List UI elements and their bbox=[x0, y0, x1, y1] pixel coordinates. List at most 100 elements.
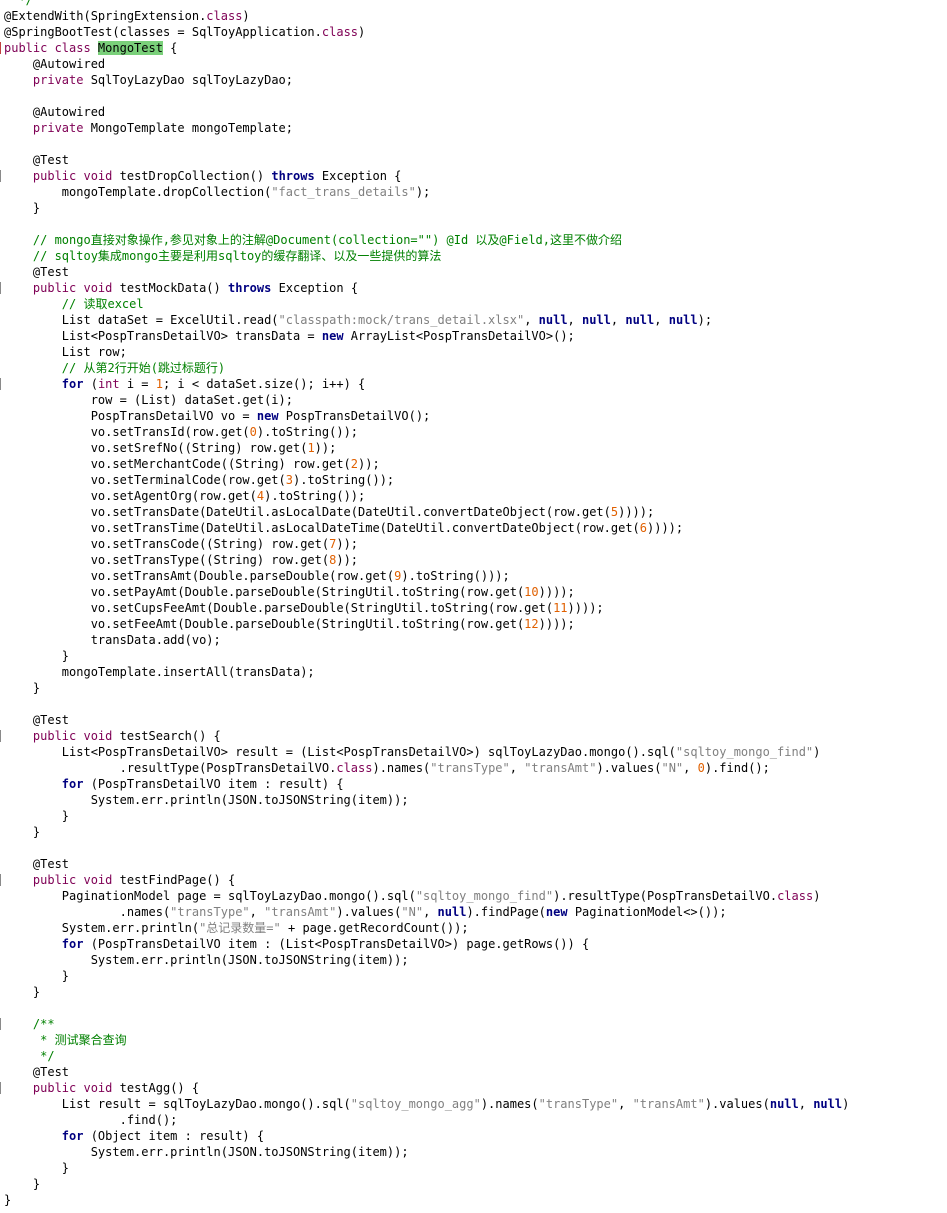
code-line[interactable]: public void testAgg() { bbox=[0, 1080, 947, 1096]
code-line[interactable]: } bbox=[0, 824, 947, 840]
code-token: "fact_trans_details" bbox=[271, 185, 416, 199]
fold-marker-icon[interactable] bbox=[0, 730, 1, 742]
code-line[interactable]: // mongo直接对象操作,参见对象上的注解@Document(collect… bbox=[0, 232, 947, 248]
code-line[interactable]: vo.setCupsFeeAmt(Double.parseDouble(Stri… bbox=[0, 600, 947, 616]
code-line[interactable]: transData.add(vo); bbox=[0, 632, 947, 648]
code-line[interactable]: vo.setTransType((String) row.get(8)); bbox=[0, 552, 947, 568]
code-line[interactable]: vo.setTransId(row.get(0).toString()); bbox=[0, 424, 947, 440]
code-line[interactable]: .find(); bbox=[0, 1112, 947, 1128]
code-token: ).toString()); bbox=[293, 473, 395, 487]
code-token: ) bbox=[358, 25, 366, 39]
code-line[interactable]: @Test bbox=[0, 152, 947, 168]
code-line[interactable] bbox=[0, 696, 947, 712]
code-line[interactable]: vo.setTransTime(DateUtil.asLocalDateTime… bbox=[0, 520, 947, 536]
code-token: )); bbox=[314, 441, 337, 455]
code-line[interactable]: mongoTemplate.insertAll(transData); bbox=[0, 664, 947, 680]
code-line[interactable]: PaginationModel page = sqlToyLazyDao.mon… bbox=[0, 888, 947, 904]
code-line[interactable]: List result = sqlToyLazyDao.mongo().sql(… bbox=[0, 1096, 947, 1112]
code-line[interactable]: } bbox=[0, 968, 947, 984]
code-line[interactable]: public class MongoTest { bbox=[0, 40, 947, 56]
code-line[interactable]: public void testDropCollection() throws … bbox=[0, 168, 947, 184]
code-line[interactable]: List row; bbox=[0, 344, 947, 360]
code-token: SqlToyLazyDao sqlToyLazyDao; bbox=[83, 73, 293, 87]
code-line[interactable] bbox=[0, 88, 947, 104]
code-token: )))); bbox=[538, 617, 575, 631]
code-line[interactable]: @SpringBootTest(classes = SqlToyApplicat… bbox=[0, 24, 947, 40]
code-line[interactable]: */ bbox=[0, 0, 947, 8]
code-token: (PospTransDetailVO item : (List<PospTran… bbox=[83, 937, 590, 951]
code-token: )))); bbox=[618, 505, 655, 519]
code-line[interactable]: // sqltoy集成mongo主要是利用sqltoy的缓存翻译、以及一些提供的… bbox=[0, 248, 947, 264]
code-line[interactable]: @ExtendWith(SpringExtension.class) bbox=[0, 8, 947, 24]
code-line[interactable] bbox=[0, 136, 947, 152]
code-line[interactable]: row = (List) dataSet.get(i); bbox=[0, 392, 947, 408]
code-line[interactable]: for (int i = 1; i < dataSet.size(); i++)… bbox=[0, 376, 947, 392]
code-line[interactable]: * 测试聚合查询 bbox=[0, 1032, 947, 1048]
code-line[interactable]: private SqlToyLazyDao sqlToyLazyDao; bbox=[0, 72, 947, 88]
code-line[interactable]: System.err.println(JSON.toJSONString(ite… bbox=[0, 1144, 947, 1160]
code-line[interactable]: } bbox=[0, 1160, 947, 1176]
code-line[interactable]: for (PospTransDetailVO item : (List<Posp… bbox=[0, 936, 947, 952]
code-line[interactable]: @Test bbox=[0, 856, 947, 872]
code-line[interactable]: for (PospTransDetailVO item : result) { bbox=[0, 776, 947, 792]
code-line[interactable]: @Autowired bbox=[0, 104, 947, 120]
code-line[interactable]: } bbox=[0, 200, 947, 216]
code-token: } bbox=[4, 1161, 70, 1175]
code-line[interactable]: vo.setSrefNo((String) row.get(1)); bbox=[0, 440, 947, 456]
code-line[interactable]: } bbox=[0, 680, 947, 696]
fold-marker-icon[interactable] bbox=[0, 378, 1, 390]
code-line[interactable]: public void testMockData() throws Except… bbox=[0, 280, 947, 296]
code-line[interactable]: System.err.println(JSON.toJSONString(ite… bbox=[0, 952, 947, 968]
code-line[interactable]: private MongoTemplate mongoTemplate; bbox=[0, 120, 947, 136]
code-line[interactable]: } bbox=[0, 648, 947, 664]
code-line[interactable]: @Test bbox=[0, 712, 947, 728]
fold-marker-icon[interactable] bbox=[0, 874, 1, 886]
code-line[interactable]: } bbox=[0, 1176, 947, 1192]
code-line[interactable] bbox=[0, 216, 947, 232]
code-line[interactable]: } bbox=[0, 808, 947, 824]
code-line[interactable]: mongoTemplate.dropCollection("fact_trans… bbox=[0, 184, 947, 200]
code-line[interactable]: System.err.println(JSON.toJSONString(ite… bbox=[0, 792, 947, 808]
code-line[interactable]: // 从第2行开始(跳过标题行) bbox=[0, 360, 947, 376]
code-line[interactable]: /** bbox=[0, 1016, 947, 1032]
code-token: public void bbox=[32, 873, 113, 887]
fold-marker-icon[interactable] bbox=[0, 1082, 1, 1094]
code-line[interactable] bbox=[0, 840, 947, 856]
code-line[interactable]: System.err.println("总记录数量=" + page.getRe… bbox=[0, 920, 947, 936]
code-line[interactable]: vo.setMerchantCode((String) row.get(2)); bbox=[0, 456, 947, 472]
fold-marker-icon[interactable] bbox=[0, 42, 1, 54]
code-line[interactable]: vo.setTransAmt(Double.parseDouble(row.ge… bbox=[0, 568, 947, 584]
code-line[interactable] bbox=[0, 1000, 947, 1016]
code-token: 1 bbox=[307, 441, 315, 455]
fold-marker-icon[interactable] bbox=[0, 1018, 1, 1030]
code-editor[interactable]: */@ExtendWith(SpringExtension.class) @Spr… bbox=[0, 0, 947, 1208]
code-line[interactable]: public void testSearch() { bbox=[0, 728, 947, 744]
code-line[interactable]: List dataSet = ExcelUtil.read("classpath… bbox=[0, 312, 947, 328]
fold-marker-icon[interactable] bbox=[0, 282, 1, 294]
code-line[interactable]: vo.setFeeAmt(Double.parseDouble(StringUt… bbox=[0, 616, 947, 632]
code-line[interactable]: vo.setTransDate(DateUtil.asLocalDate(Dat… bbox=[0, 504, 947, 520]
code-line[interactable]: } bbox=[0, 1192, 947, 1208]
code-line[interactable]: */ bbox=[0, 1048, 947, 1064]
code-line[interactable]: vo.setTerminalCode(row.get(3).toString()… bbox=[0, 472, 947, 488]
code-line[interactable]: vo.setAgentOrg(row.get(4).toString()); bbox=[0, 488, 947, 504]
code-line[interactable]: List<PospTransDetailVO> result = (List<P… bbox=[0, 744, 947, 760]
code-line[interactable]: @Autowired bbox=[0, 56, 947, 72]
code-line[interactable]: vo.setPayAmt(Double.parseDouble(StringUt… bbox=[0, 584, 947, 600]
fold-marker-icon[interactable] bbox=[0, 170, 1, 182]
code-token: ) bbox=[813, 889, 821, 903]
code-line[interactable]: List<PospTransDetailVO> transData = new … bbox=[0, 328, 947, 344]
code-line[interactable]: @Test bbox=[0, 264, 947, 280]
code-line[interactable]: .names("transType", "transAmt").values("… bbox=[0, 904, 947, 920]
code-line[interactable]: for (Object item : result) { bbox=[0, 1128, 947, 1144]
code-line[interactable]: PospTransDetailVO vo = new PospTransDeta… bbox=[0, 408, 947, 424]
code-line[interactable]: .resultType(PospTransDetailVO.class).nam… bbox=[0, 760, 947, 776]
code-line[interactable]: public void testFindPage() { bbox=[0, 872, 947, 888]
code-line[interactable]: vo.setTransCode((String) row.get(7)); bbox=[0, 536, 947, 552]
code-line[interactable]: // 读取excel bbox=[0, 296, 947, 312]
code-line[interactable]: } bbox=[0, 984, 947, 1000]
code-token: ).findPage( bbox=[466, 905, 546, 919]
code-line[interactable]: @Test bbox=[0, 1064, 947, 1080]
